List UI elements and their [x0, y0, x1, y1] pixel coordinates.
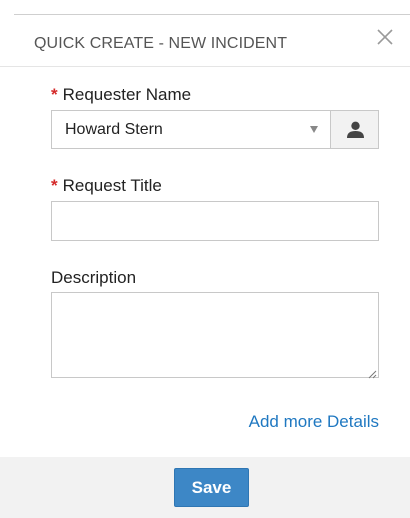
description-label: Description [51, 268, 137, 287]
resize-handle-icon[interactable] [367, 366, 377, 379]
request-title-label-text: Request Title [62, 176, 162, 195]
requester-name-value: Howard Stern [65, 121, 163, 138]
required-marker: * [51, 176, 58, 195]
save-button[interactable]: Save [174, 468, 249, 507]
description-textarea[interactable] [51, 292, 379, 378]
user-icon [347, 121, 364, 138]
request-title-label: * Request Title [51, 176, 162, 196]
requester-name-select[interactable]: Howard Stern [51, 110, 330, 149]
requester-lookup-button[interactable] [330, 110, 379, 149]
close-button[interactable] [374, 26, 396, 48]
dialog-title: QUICK CREATE - NEW INCIDENT [34, 35, 288, 52]
quick-create-dialog: QUICK CREATE - NEW INCIDENT * Requester N… [0, 0, 410, 518]
caret-down-icon [310, 126, 318, 133]
add-more-details-link[interactable]: Add more Details [249, 412, 379, 432]
requester-name-label-text: Requester Name [62, 85, 192, 104]
dialog-header: QUICK CREATE - NEW INCIDENT [0, 15, 410, 67]
requester-name-label: * Requester Name [51, 85, 191, 105]
close-icon [377, 29, 393, 45]
request-title-input[interactable] [51, 201, 379, 241]
dialog-footer: Save [0, 457, 410, 518]
required-marker: * [51, 85, 58, 104]
